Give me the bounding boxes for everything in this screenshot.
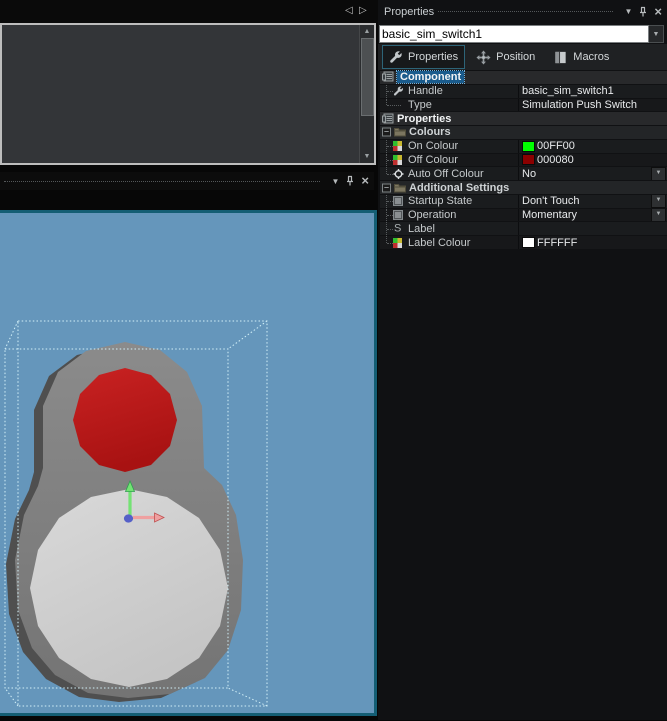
scroll-tabs-left-icon[interactable]: ◁ xyxy=(345,6,353,16)
wrench-icon xyxy=(393,86,404,97)
dock-panel-header: ▼ × xyxy=(0,172,374,190)
property-row-label[interactable]: S Label xyxy=(380,222,667,237)
property-label: Handle xyxy=(408,85,443,98)
property-label: Auto Off Colour xyxy=(408,167,484,180)
property-label: Type xyxy=(408,98,432,111)
close-icon[interactable]: × xyxy=(654,5,662,18)
tab-label: Macros xyxy=(573,51,610,63)
colour-palette-icon xyxy=(393,155,402,165)
move-icon xyxy=(476,50,491,65)
string-type-icon: S xyxy=(394,222,402,235)
property-label: Label xyxy=(408,222,435,235)
vertical-scrollbar[interactable]: ▲ ▼ xyxy=(359,25,374,163)
component-name-input[interactable] xyxy=(379,25,649,43)
header-dotted-leader xyxy=(4,180,321,182)
scroll-down-icon[interactable]: ▼ xyxy=(360,150,374,163)
header-dotted-leader xyxy=(438,11,614,12)
dropdown-button[interactable]: ▼ xyxy=(651,208,666,222)
property-row-handle[interactable]: Handle basic_sim_switch1 xyxy=(380,84,667,99)
property-value[interactable]: 00FF00 xyxy=(537,140,575,152)
properties-panel: Properties ▼ × ▼ Properties Position Mac… xyxy=(378,0,667,720)
property-row-label-colour[interactable]: Label Colour FFFFFF xyxy=(380,236,667,250)
property-label: Off Colour xyxy=(408,153,458,166)
property-value[interactable]: Momentary xyxy=(522,209,577,221)
dropdown-button[interactable]: ▼ xyxy=(651,194,666,208)
property-value[interactable]: 000080 xyxy=(537,154,574,166)
scrollbar-thumb[interactable] xyxy=(361,38,374,116)
pin-icon[interactable] xyxy=(344,175,356,187)
scroll-tabs-right-icon[interactable]: ▷ xyxy=(359,6,367,16)
dropdown-button[interactable]: ▼ xyxy=(651,167,666,181)
form-icon xyxy=(382,71,394,83)
colour-swatch[interactable] xyxy=(522,237,535,249)
folder-icon xyxy=(394,127,406,137)
property-value[interactable]: FFFFFF xyxy=(537,237,577,249)
property-label: Label Colour xyxy=(408,236,471,249)
panel-menu-icon[interactable]: ▼ xyxy=(331,177,339,186)
group-row-colours[interactable]: − Colours xyxy=(380,126,667,140)
group-row-additional-settings[interactable]: − Additional Settings xyxy=(380,181,667,195)
section-row-component[interactable]: Component xyxy=(380,70,667,85)
colour-swatch[interactable] xyxy=(522,154,535,166)
property-row-type[interactable]: Type Simulation Push Switch xyxy=(380,98,667,113)
group-label: Colours xyxy=(409,126,451,139)
list-icon xyxy=(393,196,403,207)
tab-position[interactable]: Position xyxy=(469,45,542,69)
collapse-icon[interactable]: − xyxy=(382,127,391,137)
property-row-on-colour[interactable]: On Colour 00FF00 xyxy=(380,139,667,154)
section-label: Properties xyxy=(397,112,452,125)
3d-viewport[interactable] xyxy=(0,210,377,716)
group-label: Additional Settings xyxy=(409,181,510,194)
property-row-startup-state[interactable]: Startup State Don't Touch ▼ xyxy=(380,194,667,209)
property-value[interactable]: No xyxy=(522,168,536,180)
macros-icon xyxy=(553,50,568,65)
tab-macros[interactable]: Macros xyxy=(546,45,616,69)
plus-circle-icon xyxy=(393,168,404,179)
section-row-properties[interactable]: Properties xyxy=(380,112,667,127)
colour-swatch[interactable] xyxy=(522,140,535,152)
panel-menu-icon[interactable]: ▼ xyxy=(624,7,632,16)
property-row-auto-off-colour[interactable]: Auto Off Colour No ▼ xyxy=(380,167,667,182)
document-tab-strip: ◁ ▷ xyxy=(0,0,378,23)
property-label: On Colour xyxy=(408,140,459,153)
property-value[interactable]: Don't Touch xyxy=(522,195,580,207)
origin-dot-icon xyxy=(123,514,134,523)
tab-properties[interactable]: Properties xyxy=(382,45,466,69)
properties-panel-header: Properties ▼ × xyxy=(378,0,667,23)
component-name-row: ▼ xyxy=(379,25,666,43)
tab-label: Position xyxy=(496,51,536,63)
panel-tabs: Properties Position Macros xyxy=(378,44,667,70)
form-icon xyxy=(382,113,394,125)
property-value[interactable]: basic_sim_switch1 xyxy=(522,85,614,97)
tab-label: Properties xyxy=(408,51,459,63)
section-label: Component xyxy=(395,70,466,85)
colour-palette-icon xyxy=(393,141,402,151)
property-label: Operation xyxy=(408,209,457,222)
property-row-off-colour[interactable]: Off Colour 000080 xyxy=(380,153,667,168)
property-value: Simulation Push Switch xyxy=(522,98,637,111)
wrench-icon xyxy=(389,50,403,64)
collapse-icon[interactable]: − xyxy=(382,183,391,192)
property-grid: Component Handle basic_sim_switch1 Type … xyxy=(380,70,667,250)
panel-title: Properties xyxy=(384,5,435,18)
property-label: Startup State xyxy=(408,195,473,208)
colour-palette-icon xyxy=(393,238,402,248)
property-row-operation[interactable]: Operation Momentary ▼ xyxy=(380,208,667,223)
3d-scene xyxy=(0,210,377,716)
document-panel: ▲ ▼ xyxy=(0,23,376,165)
scroll-up-icon[interactable]: ▲ xyxy=(360,25,374,38)
component-name-dropdown-button[interactable]: ▼ xyxy=(649,25,664,43)
pin-icon[interactable] xyxy=(637,6,649,18)
list-icon xyxy=(393,210,403,221)
folder-icon xyxy=(394,183,406,193)
close-icon[interactable]: × xyxy=(361,174,369,187)
